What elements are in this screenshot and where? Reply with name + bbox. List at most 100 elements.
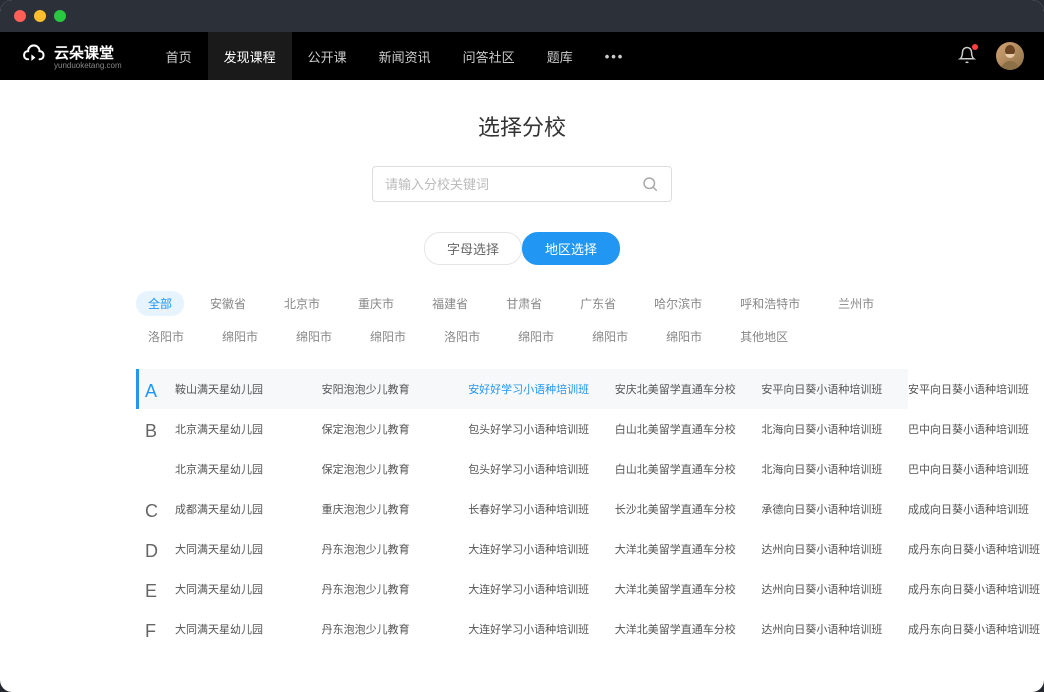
school-link[interactable]: 巴中向日葵小语种培训班 (908, 421, 1044, 437)
search-box (372, 166, 672, 202)
school-row: 北京满天星幼儿园保定泡泡少儿教育包头好学习小语种培训班白山北美留学直通车分校北海… (175, 409, 908, 449)
school-link[interactable]: 安平向日葵小语种培训班 (761, 381, 908, 397)
school-link[interactable]: 北海向日葵小语种培训班 (761, 421, 908, 437)
school-link[interactable]: 长沙北美留学直通车分校 (615, 501, 762, 517)
region-filter[interactable]: 洛阳市 (136, 324, 196, 349)
region-filter[interactable]: 兰州市 (826, 291, 886, 316)
nav-more-button[interactable]: ••• (589, 32, 641, 80)
school-link[interactable]: 承德向日葵小语种培训班 (761, 501, 908, 517)
school-link[interactable]: 达州向日葵小语种培训班 (761, 581, 908, 597)
region-filter[interactable]: 广东省 (568, 291, 628, 316)
school-link[interactable]: 包头好学习小语种培训班 (468, 461, 615, 477)
main-content: 选择分校 字母选择 地区选择 全部安徽省北京市重庆市福建省甘肃省广东省哈尔滨市呼… (0, 80, 1044, 692)
school-link[interactable]: 大同满天星幼儿园 (175, 621, 322, 637)
school-link[interactable]: 成成向日葵小语种培训班 (908, 501, 1044, 517)
school-link[interactable]: 包头好学习小语种培训班 (468, 421, 615, 437)
window-maximize-button[interactable] (54, 10, 66, 22)
school-link[interactable]: 成丹东向日葵小语种培训班 (908, 621, 1044, 637)
letter-section-A: A鞍山满天星幼儿园安阳泡泡少儿教育安好好学习小语种培训班安庆北美留学直通车分校安… (136, 369, 908, 409)
school-link[interactable]: 重庆泡泡少儿教育 (322, 501, 469, 517)
region-filter[interactable]: 哈尔滨市 (642, 291, 714, 316)
school-link[interactable]: 安好好学习小语种培训班 (468, 381, 615, 397)
letter-section-D: D大同满天星幼儿园丹东泡泡少儿教育大连好学习小语种培训班大洋北美留学直通车分校达… (136, 529, 908, 569)
letter-label: D (139, 529, 175, 569)
school-link[interactable]: 白山北美留学直通车分校 (615, 421, 762, 437)
letter-label: E (139, 569, 175, 609)
nav-item-3[interactable]: 新闻资讯 (363, 32, 447, 80)
region-filter[interactable]: 绵阳市 (506, 324, 566, 349)
tab-letter-select[interactable]: 字母选择 (424, 232, 522, 265)
school-link[interactable]: 大洋北美留学直通车分校 (615, 621, 762, 637)
window-close-button[interactable] (14, 10, 26, 22)
region-filter[interactable]: 绵阳市 (580, 324, 640, 349)
titlebar (0, 0, 1044, 32)
school-link[interactable]: 成丹东向日葵小语种培训班 (908, 541, 1044, 557)
region-filter[interactable]: 福建省 (420, 291, 480, 316)
nav-item-5[interactable]: 题库 (531, 32, 589, 80)
region-filter[interactable]: 绵阳市 (284, 324, 344, 349)
logo-subtitle: yunduoketang.com (54, 61, 122, 70)
region-filter[interactable]: 安徽省 (198, 291, 258, 316)
region-filter[interactable]: 其他地区 (728, 324, 800, 349)
nav-item-4[interactable]: 问答社区 (447, 32, 531, 80)
school-row: 鞍山满天星幼儿园安阳泡泡少儿教育安好好学习小语种培训班安庆北美留学直通车分校安平… (175, 369, 908, 409)
school-link[interactable]: 大连好学习小语种培训班 (468, 621, 615, 637)
tab-region-select[interactable]: 地区选择 (522, 232, 620, 265)
school-link[interactable]: 长春好学习小语种培训班 (468, 501, 615, 517)
school-sections: A鞍山满天星幼儿园安阳泡泡少儿教育安好好学习小语种培训班安庆北美留学直通车分校安… (40, 369, 1004, 649)
school-link[interactable]: 大连好学习小语种培训班 (468, 581, 615, 597)
window-minimize-button[interactable] (34, 10, 46, 22)
school-link[interactable]: 大洋北美留学直通车分校 (615, 581, 762, 597)
region-filter[interactable]: 绵阳市 (654, 324, 714, 349)
notifications-button[interactable] (958, 46, 976, 67)
school-row: 北京满天星幼儿园保定泡泡少儿教育包头好学习小语种培训班白山北美留学直通车分校北海… (175, 449, 908, 489)
selection-tabs: 字母选择 地区选择 (40, 232, 1004, 265)
school-link[interactable]: 巴中向日葵小语种培训班 (908, 461, 1044, 477)
school-link[interactable]: 大洋北美留学直通车分校 (615, 541, 762, 557)
nav-item-1[interactable]: 发现课程 (208, 32, 292, 80)
school-link[interactable]: 丹东泡泡少儿教育 (322, 621, 469, 637)
region-filter[interactable]: 洛阳市 (432, 324, 492, 349)
school-link[interactable]: 大连好学习小语种培训班 (468, 541, 615, 557)
region-filter[interactable]: 甘肃省 (494, 291, 554, 316)
school-link[interactable]: 大同满天星幼儿园 (175, 581, 322, 597)
letter-section-B: B北京满天星幼儿园保定泡泡少儿教育包头好学习小语种培训班白山北美留学直通车分校北… (136, 409, 908, 489)
school-link[interactable]: 达州向日葵小语种培训班 (761, 541, 908, 557)
school-link[interactable]: 安庆北美留学直通车分校 (615, 381, 762, 397)
nav-item-0[interactable]: 首页 (150, 32, 208, 80)
school-link[interactable]: 白山北美留学直通车分校 (615, 461, 762, 477)
school-link[interactable]: 成丹东向日葵小语种培训班 (908, 581, 1044, 597)
school-link[interactable]: 安平向日葵小语种培训班 (908, 381, 1044, 397)
school-rows: 北京满天星幼儿园保定泡泡少儿教育包头好学习小语种培训班白山北美留学直通车分校北海… (175, 409, 908, 489)
logo[interactable]: 云朵课堂 yunduoketang.com (20, 42, 122, 70)
region-filter[interactable]: 重庆市 (346, 291, 406, 316)
school-row: 大同满天星幼儿园丹东泡泡少儿教育大连好学习小语种培训班大洋北美留学直通车分校达州… (175, 569, 908, 609)
letter-label: C (139, 489, 175, 529)
letter-section-C: C成都满天星幼儿园重庆泡泡少儿教育长春好学习小语种培训班长沙北美留学直通车分校承… (136, 489, 908, 529)
school-link[interactable]: 达州向日葵小语种培训班 (761, 621, 908, 637)
region-filter[interactable]: 北京市 (272, 291, 332, 316)
nav-right (958, 42, 1024, 70)
school-link[interactable]: 大同满天星幼儿园 (175, 541, 322, 557)
school-link[interactable]: 丹东泡泡少儿教育 (322, 581, 469, 597)
school-link[interactable]: 北海向日葵小语种培训班 (761, 461, 908, 477)
region-filters: 全部安徽省北京市重庆市福建省甘肃省广东省哈尔滨市呼和浩特市兰州市洛阳市绵阳市绵阳… (136, 291, 908, 349)
nav-item-2[interactable]: 公开课 (292, 32, 363, 80)
user-avatar[interactable] (996, 42, 1024, 70)
school-link[interactable]: 保定泡泡少儿教育 (322, 461, 469, 477)
app-window: 云朵课堂 yunduoketang.com 首页发现课程公开课新闻资讯问答社区题… (0, 0, 1044, 692)
region-filter[interactable]: 全部 (136, 291, 184, 316)
region-filter[interactable]: 绵阳市 (358, 324, 418, 349)
school-link[interactable]: 鞍山满天星幼儿园 (175, 381, 322, 397)
region-filter[interactable]: 呼和浩特市 (728, 291, 812, 316)
search-icon[interactable] (641, 175, 659, 193)
school-link[interactable]: 安阳泡泡少儿教育 (322, 381, 469, 397)
school-link[interactable]: 保定泡泡少儿教育 (322, 421, 469, 437)
region-filter[interactable]: 绵阳市 (210, 324, 270, 349)
school-link[interactable]: 北京满天星幼儿园 (175, 421, 322, 437)
school-rows: 大同满天星幼儿园丹东泡泡少儿教育大连好学习小语种培训班大洋北美留学直通车分校达州… (175, 529, 908, 569)
school-link[interactable]: 成都满天星幼儿园 (175, 501, 322, 517)
search-input[interactable] (385, 177, 641, 192)
school-link[interactable]: 丹东泡泡少儿教育 (322, 541, 469, 557)
school-link[interactable]: 北京满天星幼儿园 (175, 461, 322, 477)
